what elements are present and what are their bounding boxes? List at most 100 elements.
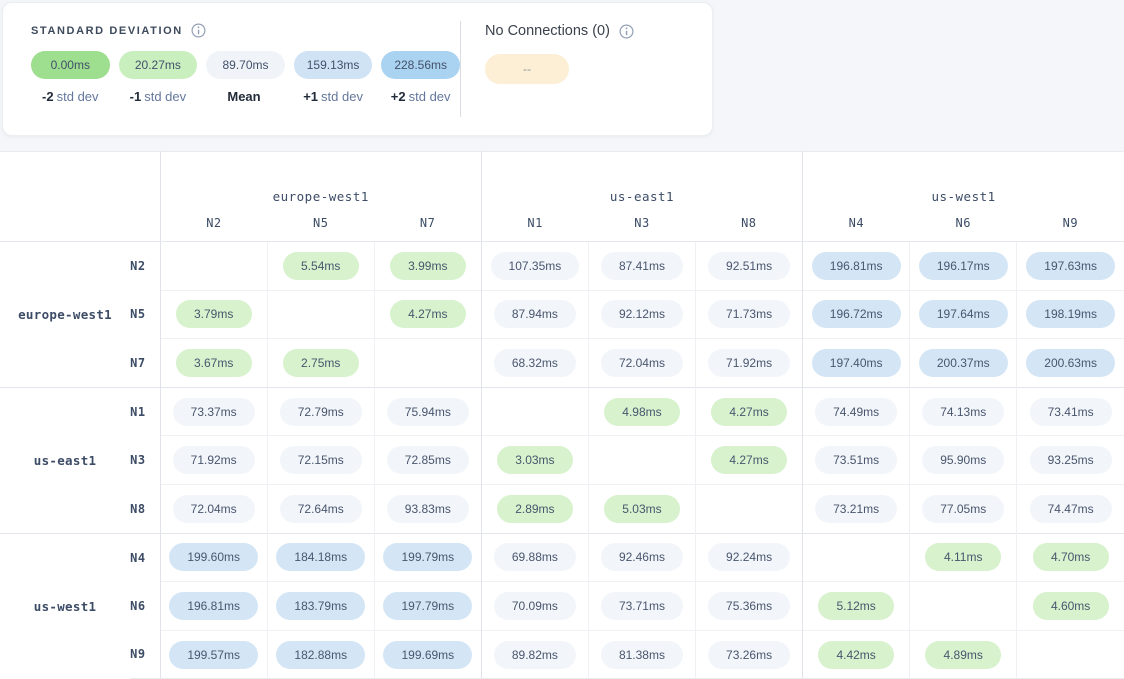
latency-chip[interactable]: 197.64ms xyxy=(919,300,1008,328)
latency-chip[interactable]: 93.25ms xyxy=(1030,446,1112,474)
latency-chip[interactable]: 87.94ms xyxy=(494,300,576,328)
latency-cell: 199.79ms xyxy=(374,533,481,582)
latency-chip[interactable]: 4.42ms xyxy=(818,641,894,669)
latency-cell: 200.37ms xyxy=(910,339,1017,388)
column-group-us-west1: us-west1 xyxy=(803,152,1124,205)
latency-chip[interactable]: 196.17ms xyxy=(919,252,1008,280)
latency-chip[interactable]: 93.83ms xyxy=(387,495,469,523)
legend-chip-plus1: 159.13ms xyxy=(294,51,373,79)
latency-chip[interactable]: 184.18ms xyxy=(276,543,365,571)
latency-chip[interactable]: 70.09ms xyxy=(494,592,576,620)
latency-chip[interactable]: 95.90ms xyxy=(922,446,1004,474)
latency-chip[interactable]: 3.99ms xyxy=(390,252,466,280)
latency-cell: 4.98ms xyxy=(588,387,695,436)
latency-chip[interactable]: 72.79ms xyxy=(280,398,362,426)
latency-chip[interactable]: 75.94ms xyxy=(387,398,469,426)
latency-chip[interactable]: 73.41ms xyxy=(1030,398,1112,426)
latency-cell: 5.03ms xyxy=(588,484,695,533)
latency-chip[interactable]: 4.27ms xyxy=(711,446,787,474)
latency-cell: 4.27ms xyxy=(696,436,803,485)
latency-chip[interactable]: 2.75ms xyxy=(283,349,359,377)
latency-chip[interactable]: 73.21ms xyxy=(815,495,897,523)
matrix-row-n4: us-west1N4199.60ms184.18ms199.79ms69.88m… xyxy=(0,533,1124,582)
latency-chip[interactable]: 69.88ms xyxy=(494,543,576,571)
latency-cell: 95.90ms xyxy=(910,436,1017,485)
latency-chip[interactable]: 3.03ms xyxy=(497,446,573,474)
latency-chip[interactable]: 72.64ms xyxy=(280,495,362,523)
latency-chip[interactable]: 92.24ms xyxy=(708,543,790,571)
latency-chip[interactable]: 77.05ms xyxy=(922,495,1004,523)
latency-chip[interactable]: 4.98ms xyxy=(604,398,680,426)
latency-chip[interactable]: 4.70ms xyxy=(1033,543,1109,571)
latency-chip[interactable]: 199.69ms xyxy=(383,641,472,669)
latency-chip[interactable]: 5.54ms xyxy=(283,252,359,280)
latency-chip[interactable]: 4.11ms xyxy=(925,543,1001,571)
latency-chip[interactable]: 72.04ms xyxy=(601,349,683,377)
row-group-us-west1: us-west1 xyxy=(0,533,130,679)
latency-chip[interactable]: 73.26ms xyxy=(708,641,790,669)
info-icon[interactable] xyxy=(619,24,634,39)
latency-chip[interactable]: 3.67ms xyxy=(176,349,252,377)
latency-chip[interactable]: 107.35ms xyxy=(491,252,580,280)
latency-chip[interactable]: 81.38ms xyxy=(601,641,683,669)
latency-cell: 69.88ms xyxy=(481,533,588,582)
latency-chip[interactable]: 197.79ms xyxy=(383,592,472,620)
latency-chip[interactable]: 92.12ms xyxy=(601,300,683,328)
legend-title: STANDARD DEVIATION xyxy=(31,25,183,37)
column-header-n4: N4 xyxy=(803,204,910,242)
info-icon[interactable] xyxy=(191,23,206,38)
latency-chip[interactable]: 196.81ms xyxy=(812,252,901,280)
latency-cell: 107.35ms xyxy=(481,242,588,291)
latency-chip[interactable]: 71.92ms xyxy=(708,349,790,377)
latency-chip[interactable]: 71.92ms xyxy=(173,446,255,474)
latency-chip[interactable]: 3.79ms xyxy=(176,300,252,328)
latency-chip[interactable]: 74.13ms xyxy=(922,398,1004,426)
latency-chip[interactable]: 92.46ms xyxy=(601,543,683,571)
latency-chip[interactable]: 74.47ms xyxy=(1030,495,1112,523)
latency-chip[interactable]: 197.63ms xyxy=(1026,252,1115,280)
latency-chip[interactable]: 72.15ms xyxy=(280,446,362,474)
latency-chip[interactable]: 68.32ms xyxy=(494,349,576,377)
latency-chip[interactable]: 5.03ms xyxy=(604,495,680,523)
latency-chip[interactable]: 87.41ms xyxy=(601,252,683,280)
latency-chip[interactable]: 4.60ms xyxy=(1033,592,1109,620)
latency-cell: 4.27ms xyxy=(696,387,803,436)
latency-chip[interactable]: 73.71ms xyxy=(601,592,683,620)
latency-chip[interactable]: 74.49ms xyxy=(815,398,897,426)
latency-chip[interactable]: 4.27ms xyxy=(390,300,466,328)
latency-chip[interactable]: 197.40ms xyxy=(812,349,901,377)
latency-cell: 71.92ms xyxy=(160,436,267,485)
latency-chip[interactable]: 183.79ms xyxy=(276,592,365,620)
latency-chip[interactable]: 4.89ms xyxy=(925,641,1001,669)
latency-chip[interactable]: 182.88ms xyxy=(276,641,365,669)
latency-chip[interactable]: 2.89ms xyxy=(497,495,573,523)
latency-chip[interactable]: 4.27ms xyxy=(711,398,787,426)
latency-cell: 92.51ms xyxy=(696,242,803,291)
latency-chip[interactable]: 73.51ms xyxy=(815,446,897,474)
latency-chip[interactable]: 199.57ms xyxy=(169,641,258,669)
latency-chip[interactable]: 199.60ms xyxy=(169,543,258,571)
latency-chip[interactable]: 198.19ms xyxy=(1026,300,1115,328)
row-header-n1: N1 xyxy=(130,387,160,436)
latency-chip[interactable]: 75.36ms xyxy=(708,592,790,620)
latency-chip[interactable]: 196.72ms xyxy=(812,300,901,328)
latency-chip[interactable]: 200.63ms xyxy=(1026,349,1115,377)
latency-chip[interactable]: 196.81ms xyxy=(169,592,258,620)
matrix-row-n2: europe-west1N25.54ms3.99ms107.35ms87.41m… xyxy=(0,242,1124,291)
latency-chip[interactable]: 71.73ms xyxy=(708,300,790,328)
latency-chip[interactable]: 89.82ms xyxy=(494,641,576,669)
latency-chip[interactable]: 72.85ms xyxy=(387,446,469,474)
latency-cell: 196.72ms xyxy=(803,290,910,339)
latency-cell: 72.04ms xyxy=(588,339,695,388)
latency-cell: 72.15ms xyxy=(267,436,374,485)
latency-chip[interactable]: 73.37ms xyxy=(173,398,255,426)
latency-chip[interactable]: 92.51ms xyxy=(708,252,790,280)
latency-cell: 92.46ms xyxy=(588,533,695,582)
latency-chip[interactable]: 199.79ms xyxy=(383,543,472,571)
latency-chip[interactable]: 72.04ms xyxy=(173,495,255,523)
latency-cell: 197.63ms xyxy=(1017,242,1124,291)
latency-matrix-section: europe-west1us-east1us-west1N2N5N7N1N3N8… xyxy=(0,151,1124,679)
latency-chip[interactable]: 5.12ms xyxy=(818,592,894,620)
latency-chip[interactable]: 200.37ms xyxy=(919,349,1008,377)
latency-cell: 5.54ms xyxy=(267,242,374,291)
